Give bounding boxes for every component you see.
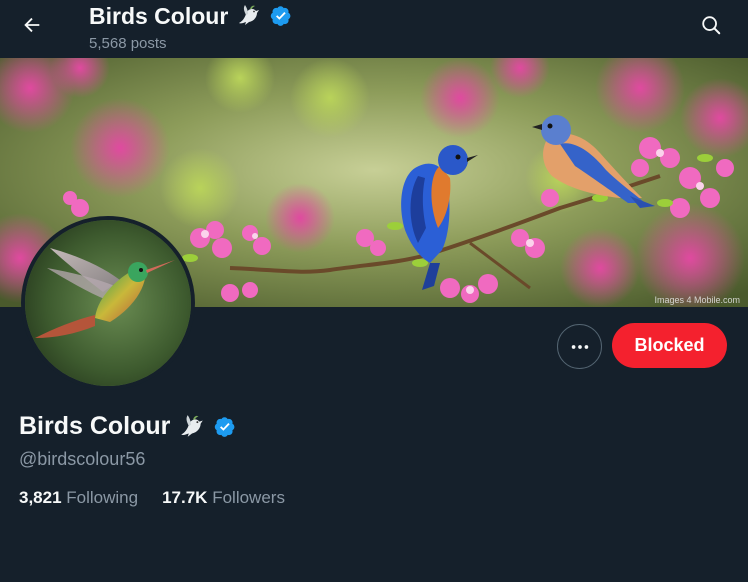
more-options-button[interactable] [557,324,602,369]
search-icon [702,16,721,35]
banner-watermark: Images 4 Mobile.com [654,295,740,305]
verified-badge-icon [271,6,291,26]
back-button[interactable] [14,7,50,43]
following-link[interactable]: 3,821 Following [19,488,138,508]
following-count: 3,821 [19,488,62,507]
followers-link[interactable]: 17.7K Followers [162,488,285,508]
blocked-button[interactable]: Blocked [612,323,727,368]
following-label: Following [66,488,139,507]
followers-count: 17.7K [162,488,208,507]
followers-label: Followers [212,488,285,507]
top-bar: Birds Colour 5,568 posts [0,0,748,58]
posts-count: 5,568 posts [89,35,167,52]
profile-avatar[interactable] [21,216,195,390]
profile-name-row: Birds Colour [19,412,236,441]
hummingbird-image [25,220,191,386]
profile-stats: 3,821 Following 17.7K Followers [19,488,285,508]
header-title: Birds Colour [89,3,229,29]
search-button[interactable] [694,8,728,42]
header-title-row: Birds Colour [89,2,292,30]
dove-emoji-icon [181,414,204,437]
dove-emoji-icon [239,5,260,25]
more-horizontal-icon [571,344,588,349]
profile-handle: @birdscolour56 [19,449,146,469]
profile-display-name: Birds Colour [19,412,171,440]
arrow-left-icon [24,17,40,33]
verified-badge-icon[interactable] [214,416,236,438]
